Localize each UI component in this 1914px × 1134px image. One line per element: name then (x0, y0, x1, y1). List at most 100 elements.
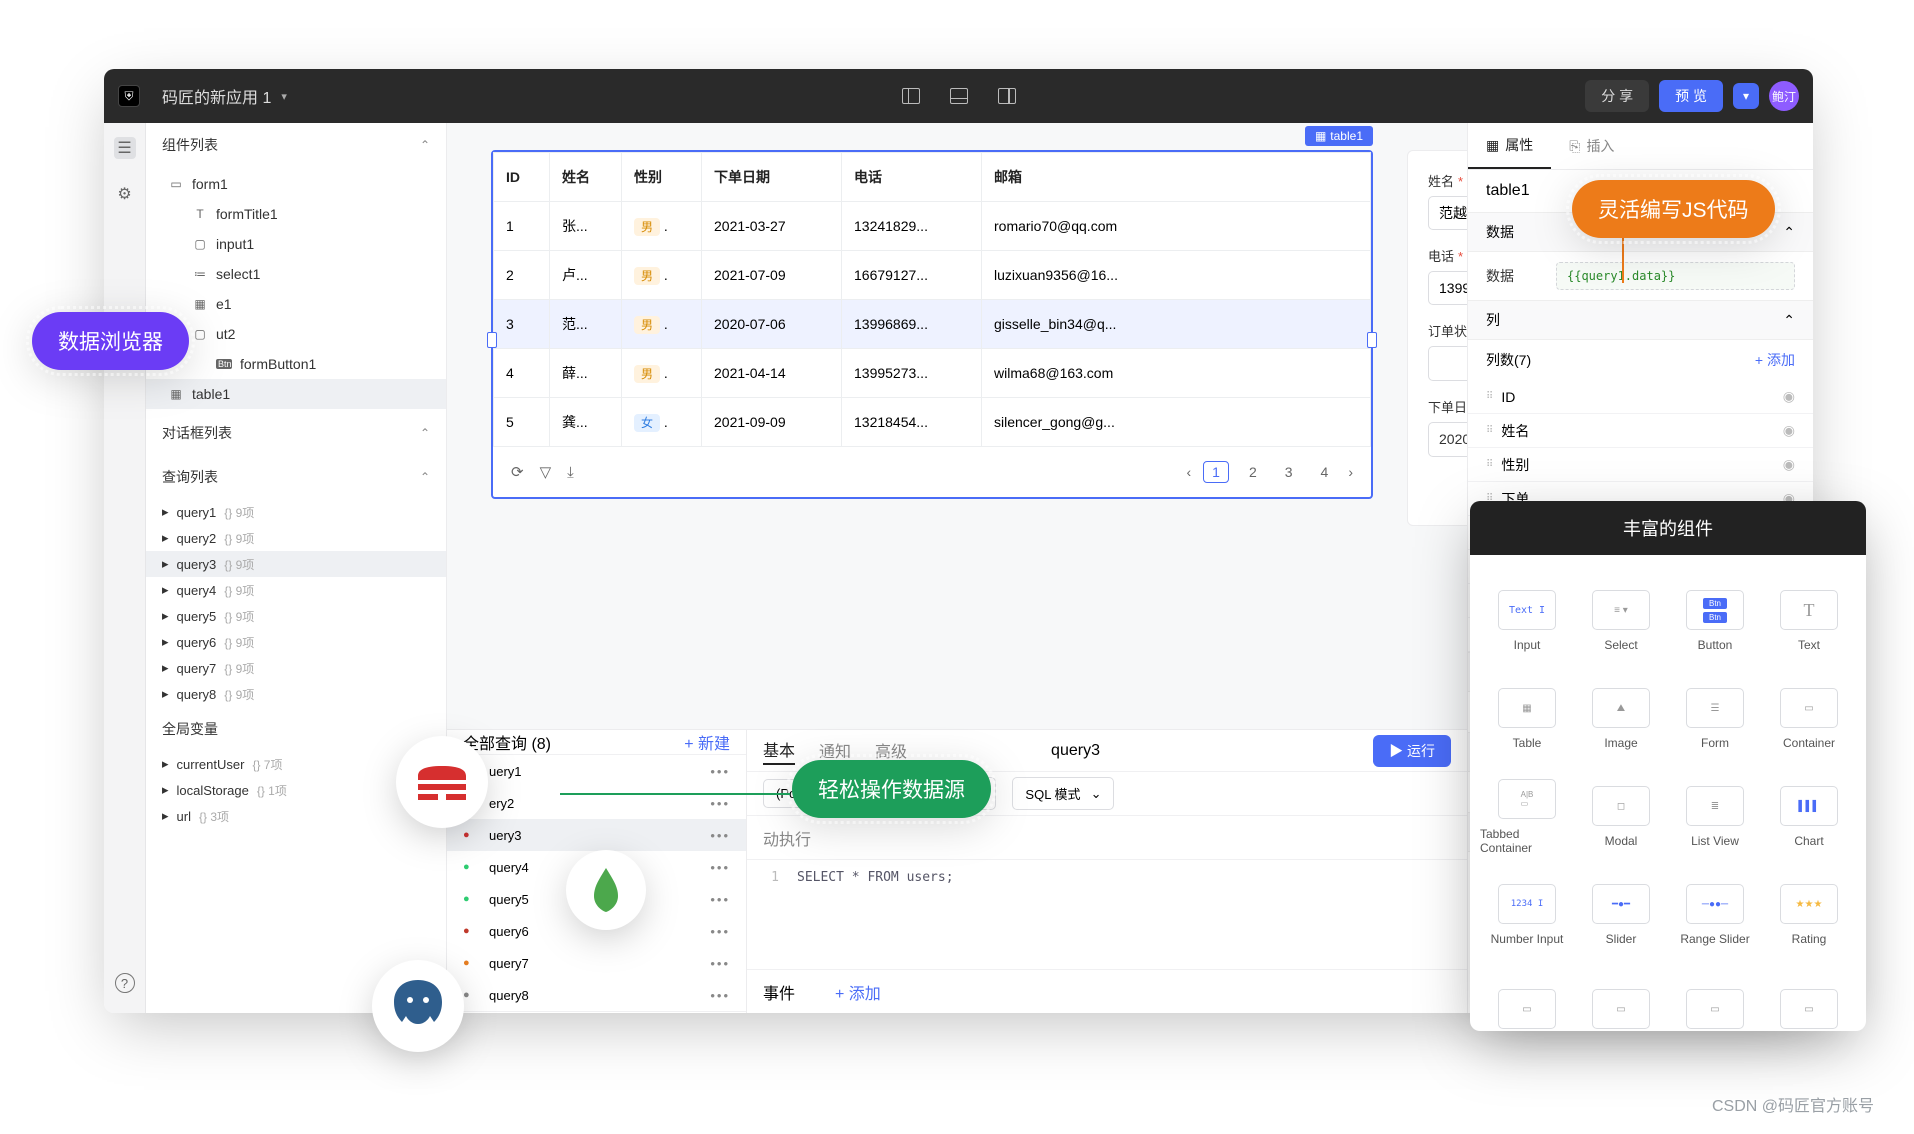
more-icon[interactable]: ••• (710, 924, 730, 939)
panel-right-icon[interactable] (998, 88, 1016, 104)
tree-item-table1[interactable]: ▦table1 (146, 379, 446, 409)
tree-item-e1[interactable]: ▦e1 (146, 289, 446, 319)
eye-icon[interactable]: ◉ (1783, 422, 1795, 439)
more-icon[interactable]: ••• (710, 956, 730, 971)
query-row[interactable]: ▸query8{} 9项 (146, 681, 446, 707)
table-widget[interactable]: ▦table1 ID 姓名 性别 下单日期 电话 邮箱 1张.. (491, 150, 1373, 499)
col-phone[interactable]: 电话 (842, 153, 982, 202)
help-icon[interactable]: ? (115, 973, 135, 993)
tab-basic[interactable]: 基本 (763, 737, 795, 765)
add-column-button[interactable]: + 添加 (1755, 350, 1795, 370)
palette-item[interactable]: ★★★Rating (1762, 869, 1856, 961)
section-queries[interactable]: 查询列表 ⌃ (146, 455, 446, 499)
resize-handle-icon[interactable] (1367, 332, 1377, 348)
query-row[interactable]: ▸query4{} 9项 (146, 577, 446, 603)
col-gender[interactable]: 性别 (622, 153, 702, 202)
name-input[interactable] (1428, 196, 1467, 230)
page-4[interactable]: 4 (1313, 462, 1337, 482)
section-components[interactable]: 组件列表 ⌃ (146, 123, 446, 167)
column-item[interactable]: ⠿ID◉ (1468, 380, 1813, 414)
col-name[interactable]: 姓名 (550, 153, 622, 202)
download-icon[interactable]: ⤓ (567, 464, 574, 481)
query-row[interactable]: ▸query5{} 9项 (146, 603, 446, 629)
eye-icon[interactable]: ◉ (1783, 456, 1795, 473)
section-dialogs[interactable]: 对话框列表 ⌃ (146, 411, 446, 455)
form-widget[interactable]: 姓名* 电话* 订单状态* ⌄ 下单日期* 2020-07-06🗓 提交修改 (1407, 150, 1467, 526)
col-email[interactable]: 邮箱 (982, 153, 1371, 202)
palette-item[interactable]: Text IInput (1480, 575, 1574, 667)
panel-left-icon[interactable] (902, 88, 920, 104)
palette-item[interactable]: ▭ (1762, 967, 1856, 1031)
query-list-item[interactable]: ●query7••• (447, 947, 746, 979)
palette-item[interactable]: ≡ ▾Select (1574, 575, 1668, 667)
explorer-icon[interactable]: ☰ (114, 137, 136, 159)
tab-insert[interactable]: ⎘插入 (1551, 123, 1632, 169)
palette-item[interactable]: ▭ (1574, 967, 1668, 1031)
preview-dropdown-icon[interactable]: ▾ (1733, 83, 1759, 109)
column-item[interactable]: ⠿姓名◉ (1468, 414, 1813, 448)
palette-item[interactable]: A|B▭Tabbed Container (1480, 771, 1574, 863)
avatar[interactable]: 鲍汀 (1769, 81, 1799, 111)
palette-item[interactable]: ≣List View (1668, 771, 1762, 863)
preview-button[interactable]: 预 览 (1659, 80, 1723, 112)
query-row[interactable]: ▸query3{} 9项 (146, 551, 446, 577)
column-item[interactable]: ⠿性别◉ (1468, 448, 1813, 482)
page-1[interactable]: 1 (1203, 461, 1229, 483)
sql-mode-select[interactable]: SQL 模式⌄ (1012, 777, 1114, 810)
query-row[interactable]: ▸query2{} 9项 (146, 525, 446, 551)
page-2[interactable]: 2 (1241, 462, 1265, 482)
prev-page-icon[interactable]: ‹ (1186, 464, 1191, 480)
tree-item-input1[interactable]: ▢input1 (146, 229, 446, 259)
query-list-item[interactable]: ●ery2••• (447, 787, 746, 819)
panel-bottom-icon[interactable] (950, 88, 968, 104)
sql-code[interactable]: SELECT * FROM users; (787, 860, 1467, 969)
global-row[interactable]: ▸url{} 3项 (146, 803, 446, 829)
tree-item-formtitle[interactable]: TformTitle1 (146, 199, 446, 229)
palette-item[interactable]: BtnBtnButton (1668, 575, 1762, 667)
new-query-button[interactable]: + 新建 (684, 730, 730, 754)
query-list-item[interactable]: ●uery3••• (447, 819, 746, 851)
eye-icon[interactable]: ◉ (1783, 388, 1795, 405)
data-binding-input[interactable]: {{query1.data}} (1556, 262, 1795, 290)
date-picker[interactable]: 2020-07-06🗓 (1428, 422, 1467, 457)
grip-icon[interactable]: ⠿ (1486, 391, 1491, 402)
phone-input[interactable] (1428, 271, 1467, 305)
tab-properties[interactable]: ▦属性 (1468, 123, 1551, 169)
more-icon[interactable]: ••• (710, 860, 730, 875)
next-page-icon[interactable]: › (1348, 464, 1353, 480)
share-button[interactable]: 分 享 (1585, 80, 1649, 112)
more-icon[interactable]: ••• (710, 988, 730, 1003)
settings-icon[interactable]: ⚙ (114, 183, 136, 205)
table-row[interactable]: 2卢...男 .2021-07-0916679127...luzixuan935… (494, 251, 1371, 300)
grip-icon[interactable]: ⠿ (1486, 425, 1491, 436)
col-id[interactable]: ID (494, 153, 550, 202)
palette-item[interactable]: ━●━Slider (1574, 869, 1668, 961)
status-select[interactable]: ⌄ (1428, 346, 1467, 381)
palette-item[interactable]: ▭Container (1762, 673, 1856, 765)
page-3[interactable]: 3 (1277, 462, 1301, 482)
resize-handle-icon[interactable] (487, 332, 497, 348)
query-row[interactable]: ▸query1{} 9项 (146, 499, 446, 525)
tree-item-form1[interactable]: ▭form1 (146, 169, 446, 199)
add-event-button[interactable]: + 添加 (835, 980, 881, 1004)
query-row[interactable]: ▸query6{} 9项 (146, 629, 446, 655)
caret-up-icon[interactable]: ⌃ (420, 138, 430, 152)
more-icon[interactable]: ••• (710, 796, 730, 811)
palette-item[interactable]: 1234 INumber Input (1480, 869, 1574, 961)
layout-toggle-group[interactable] (902, 88, 1016, 104)
palette-item[interactable]: ▦Table (1480, 673, 1574, 765)
tree-item-select1[interactable]: ≔select1 (146, 259, 446, 289)
palette-item[interactable]: ─●●─Range Slider (1668, 869, 1762, 961)
caret-up-icon[interactable]: ⌃ (420, 426, 430, 440)
run-button[interactable]: ▶ 运行 (1373, 735, 1451, 767)
refresh-icon[interactable]: ⟳ (511, 463, 524, 481)
app-title[interactable]: 码匠的新应用 1 (162, 84, 271, 108)
caret-up-icon[interactable]: ⌃ (420, 470, 430, 484)
table-row[interactable]: 1张...男 .2021-03-2713241829...romario70@q… (494, 202, 1371, 251)
more-icon[interactable]: ••• (710, 892, 730, 907)
palette-item[interactable]: ▭ (1668, 967, 1762, 1031)
query-name[interactable]: query3 (1051, 742, 1100, 760)
query-row[interactable]: ▸query7{} 9项 (146, 655, 446, 681)
more-icon[interactable]: ••• (710, 764, 730, 779)
palette-item[interactable]: TText (1762, 575, 1856, 667)
